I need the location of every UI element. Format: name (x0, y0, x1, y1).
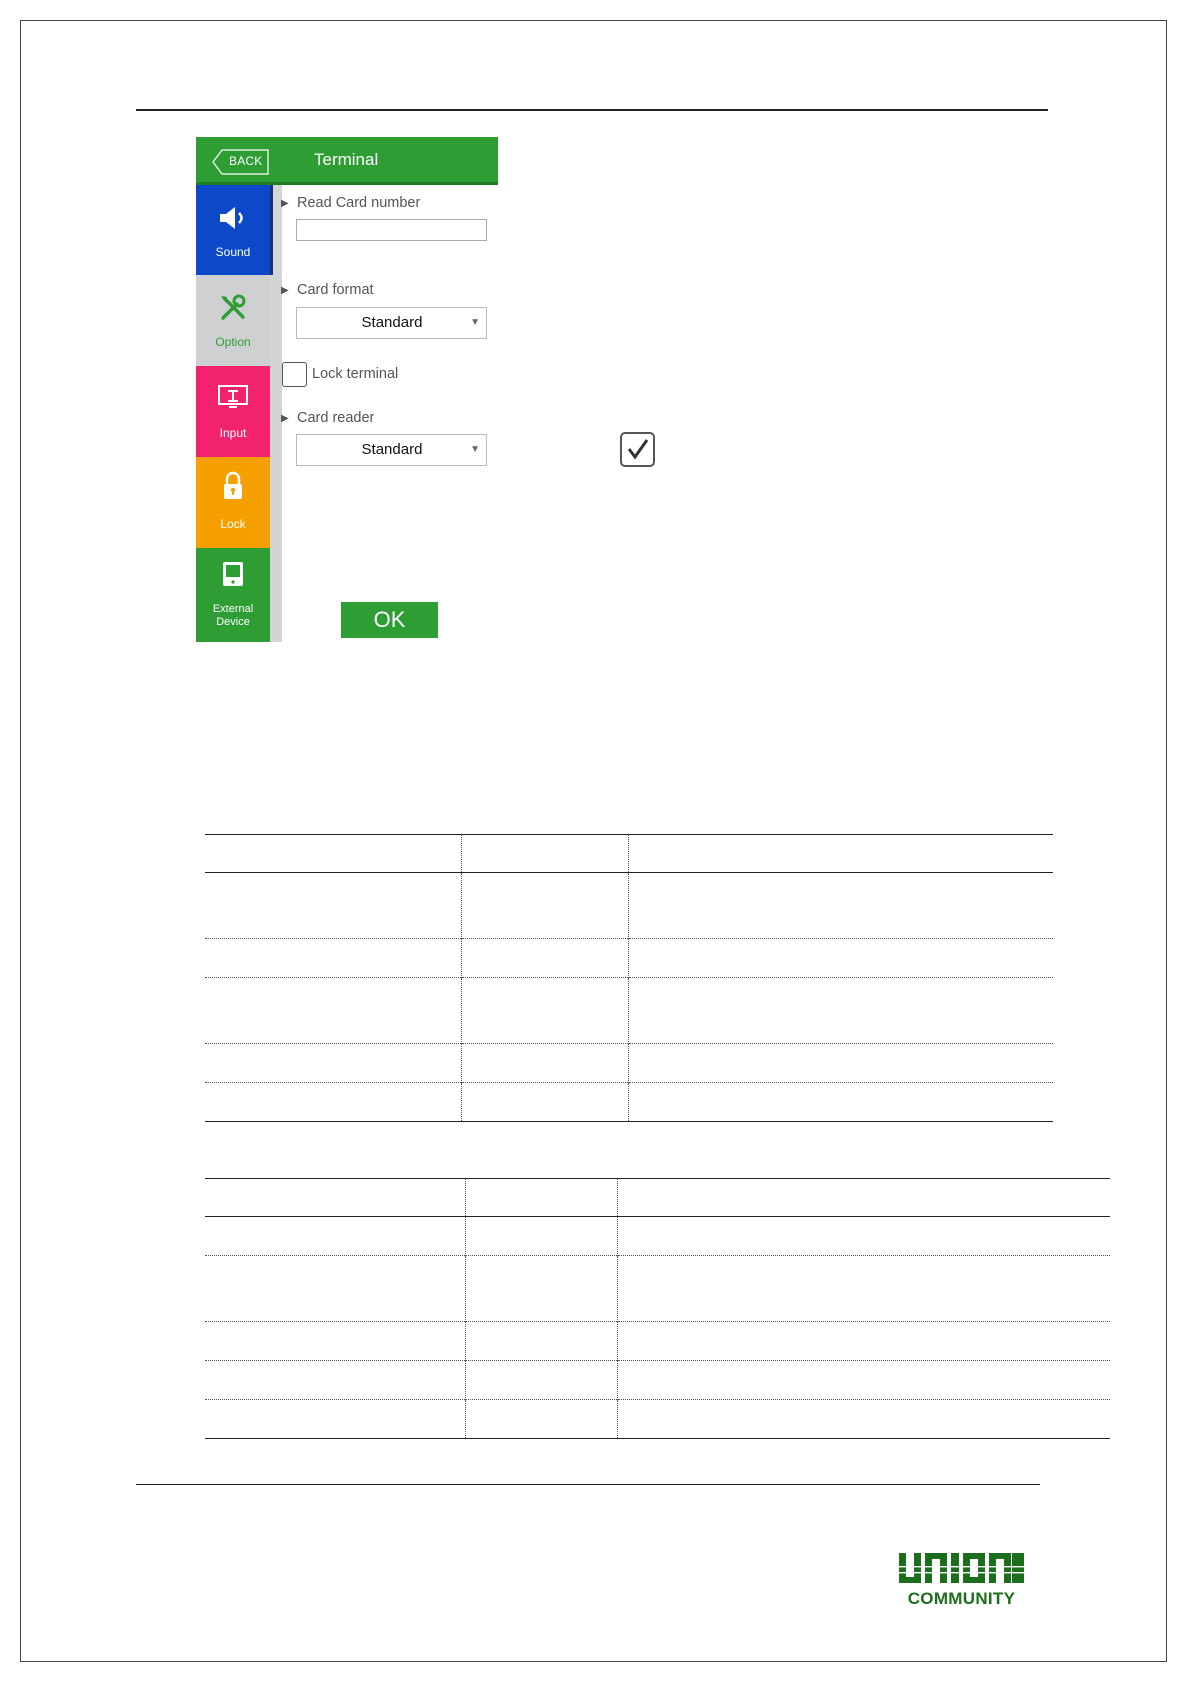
header-rule (136, 109, 1048, 111)
back-button[interactable]: BACK (212, 149, 269, 175)
table-row (205, 1082, 1053, 1122)
union-community-logo: COMMUNITY (899, 1553, 1024, 1609)
checkmark-icon (627, 439, 649, 460)
table-row (205, 938, 1053, 978)
table-row (205, 1216, 1110, 1256)
table-row (205, 977, 1053, 1044)
table-row (205, 1399, 1110, 1439)
tab-lock[interactable]: Lock (196, 457, 270, 548)
external-device-icon (196, 560, 270, 588)
bullet-arrow-icon: ▶ (281, 413, 289, 424)
tab-option[interactable]: Option (196, 275, 270, 366)
speaker-icon (196, 205, 270, 231)
table-header-row (205, 834, 1053, 873)
lock-terminal-label: Lock terminal (312, 366, 399, 382)
read-card-number-input[interactable] (296, 219, 487, 241)
tab-sound-label: Sound (215, 245, 251, 259)
table-1 (205, 834, 1053, 1122)
chevron-down-icon: ▼ (470, 444, 480, 455)
table-row (205, 1360, 1110, 1400)
tab-external-label-line1: External (212, 603, 254, 615)
table-row (205, 872, 1053, 939)
table-2 (205, 1178, 1110, 1439)
chevron-down-icon: ▼ (470, 317, 480, 328)
screen-header: BACK Terminal (196, 137, 498, 185)
padlock-icon (196, 470, 270, 502)
back-label: BACK (229, 154, 263, 168)
ok-button[interactable]: OK (341, 602, 438, 638)
table-row (205, 1255, 1110, 1322)
tools-icon (196, 293, 270, 323)
card-reader-select[interactable]: Standard ▼ (296, 434, 487, 466)
tab-external-device[interactable]: External Device (196, 548, 270, 642)
card-format-value: Standard (361, 314, 423, 331)
tab-option-label: Option (215, 335, 251, 349)
tab-sound[interactable]: Sound (196, 185, 270, 275)
card-reader-label: Card reader (297, 410, 375, 426)
card-reader-value: Standard (361, 441, 423, 458)
screen-title: Terminal (314, 150, 379, 169)
tab-input[interactable]: Input (196, 366, 270, 457)
card-format-select[interactable]: Standard ▼ (296, 307, 487, 339)
tab-external-label-line2: Device (216, 616, 250, 628)
table-row (205, 1043, 1053, 1083)
table-header-row (205, 1178, 1110, 1217)
logo-community-text: COMMUNITY (907, 1589, 1016, 1608)
terminal-settings-screen: BACK Terminal Sound Option Input Lock Ex… (196, 137, 498, 642)
union-logo-mark (899, 1553, 1024, 1583)
card-format-label: Card format (297, 282, 374, 298)
table-row (205, 1321, 1110, 1361)
tab-input-label: Input (219, 426, 247, 440)
footer-rule (136, 1484, 1040, 1485)
tab-lock-label: Lock (220, 517, 246, 531)
input-monitor-icon (196, 383, 270, 411)
bullet-arrow-icon: ▶ (281, 198, 289, 209)
read-card-number-label: Read Card number (297, 195, 421, 211)
lock-terminal-checkbox[interactable] (282, 362, 307, 387)
checked-checkbox[interactable] (620, 432, 655, 467)
bullet-arrow-icon: ▶ (281, 285, 289, 296)
sidebar-active-indicator (270, 185, 273, 275)
